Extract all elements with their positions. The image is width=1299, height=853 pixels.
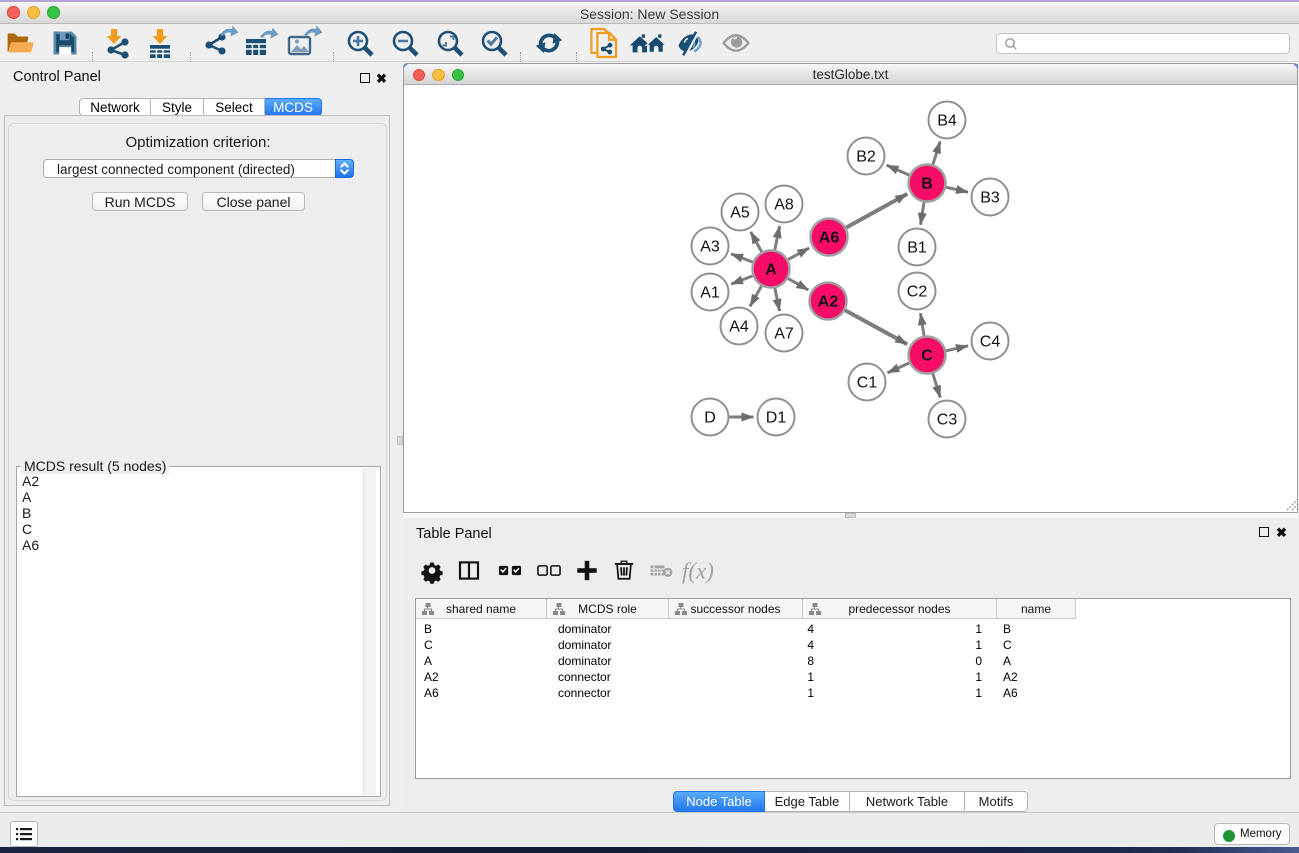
svg-text:C: C (921, 348, 933, 365)
svg-text:A1: A1 (700, 285, 720, 302)
svg-text:A3: A3 (700, 239, 720, 256)
svg-text:B3: B3 (980, 190, 1000, 207)
svg-text:B1: B1 (907, 240, 927, 257)
svg-text:A8: A8 (774, 197, 794, 214)
svg-text:B: B (921, 176, 933, 193)
svg-text:A5: A5 (730, 205, 750, 222)
svg-text:C2: C2 (907, 284, 928, 301)
svg-text:D: D (704, 410, 716, 427)
svg-text:C4: C4 (980, 334, 1001, 351)
svg-text:A: A (765, 262, 777, 279)
svg-text:A7: A7 (774, 326, 794, 343)
svg-text:A4: A4 (729, 319, 749, 336)
svg-text:A2: A2 (818, 294, 839, 311)
svg-text:f(x): f(x) (682, 559, 714, 584)
svg-text:B4: B4 (937, 113, 957, 130)
svg-text:C1: C1 (857, 375, 878, 392)
svg-text:A6: A6 (819, 230, 840, 247)
svg-text:B2: B2 (856, 149, 876, 166)
svg-text:C3: C3 (937, 412, 958, 429)
svg-text:D1: D1 (766, 410, 787, 427)
